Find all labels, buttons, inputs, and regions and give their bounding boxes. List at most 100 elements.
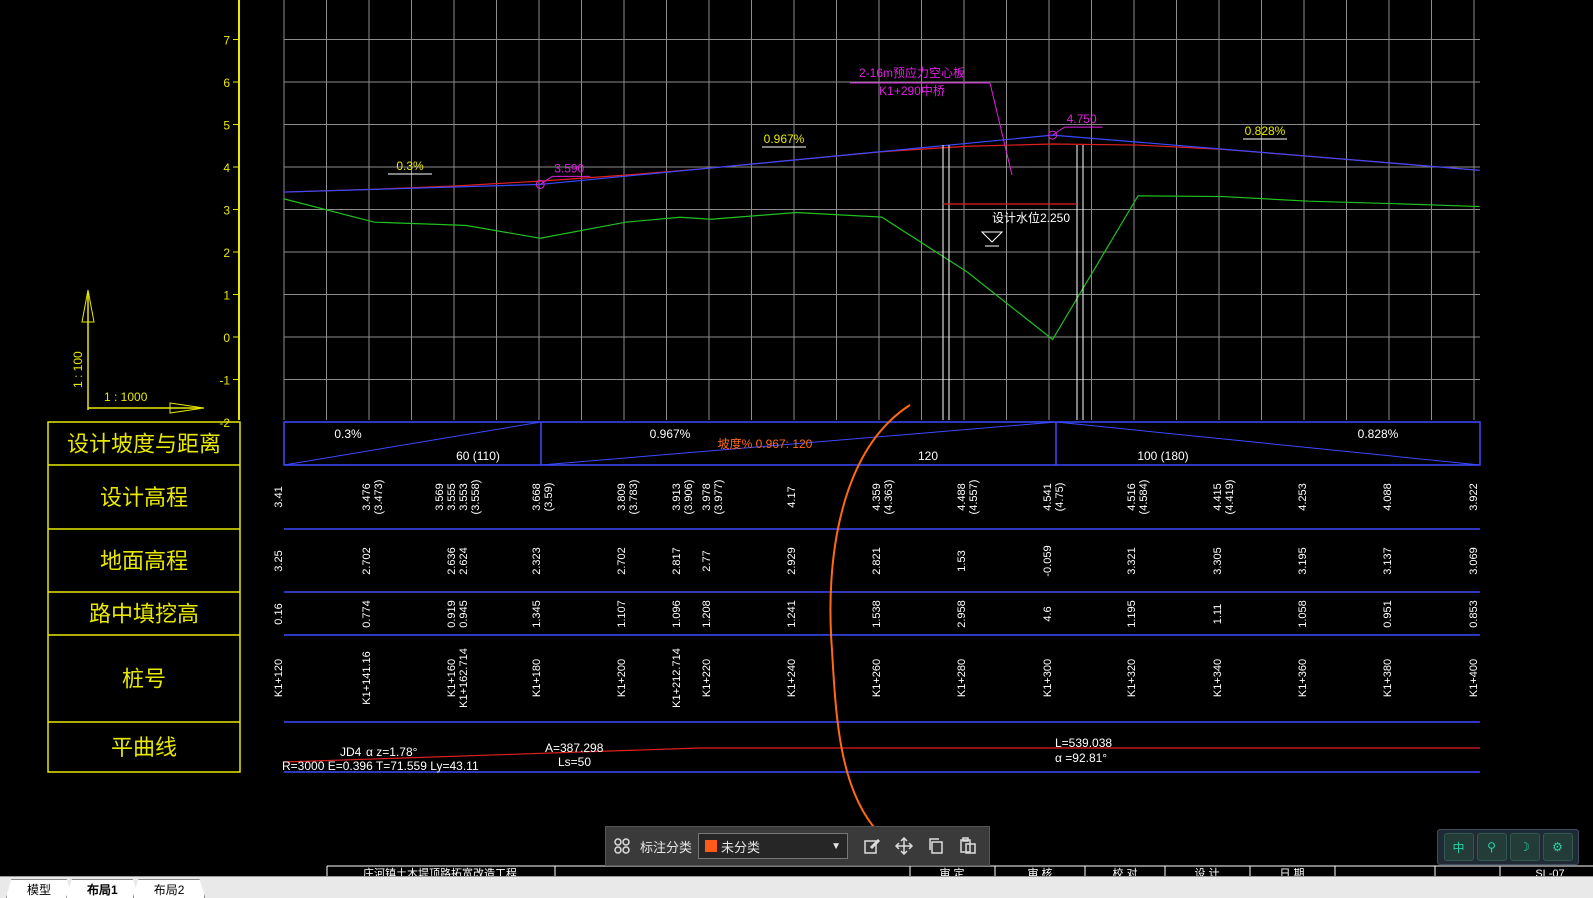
cad-drawing-canvas[interactable]: 7 6 5 4 3 2 1 0 -1 -2 1 : 100 1 : 1000 3.590 4.750 0.… — [0, 0, 1593, 898]
cell-ground: 3.195 — [1297, 547, 1309, 575]
cell-design: 3.913 — [671, 483, 683, 511]
cell-stake: K1+260 — [871, 659, 883, 697]
cell-design: 3.555 — [446, 483, 458, 511]
cell-stake: K1+200 — [616, 659, 628, 697]
cell-fill: 1.11 — [1212, 604, 1224, 625]
tab-model[interactable]: 模型 — [6, 879, 73, 898]
cell-stake: K1+320 — [1126, 659, 1138, 697]
category-dropdown[interactable]: 未分类 ▼ — [698, 833, 849, 859]
copy-icon[interactable] — [924, 834, 948, 858]
bridge-leader — [989, 82, 1013, 176]
cell-stake: K1+340 — [1212, 659, 1224, 697]
row-header: 路中填挖高 — [89, 603, 199, 628]
cell-ground: 2.702 — [361, 547, 373, 575]
annotation-toolbar: 标注分类 未分类 ▼ — [605, 826, 990, 866]
axis-tick-label: 5 — [223, 119, 230, 133]
cell-design2: (4.75) — [1054, 483, 1066, 512]
cell-ground: 2.636 — [446, 547, 458, 575]
cell-stake: K1+141.16 — [361, 651, 373, 705]
pvi-label: 3.590 — [554, 161, 584, 175]
elevation-axis: 7 6 5 4 3 2 1 0 -1 -2 1 : 100 1 : 1000 — [71, 0, 240, 430]
annotations: 2-16m预应力空心板K1+290中桥设计水位2.250庄河镇土木堤顶路拓宽改造… — [326, 65, 1593, 880]
cell-stake: K1+180 — [531, 659, 543, 697]
slope-seg2-len: 120 — [918, 449, 938, 463]
cell-fill: 1.538 — [871, 600, 883, 628]
cell-stake2: K1+162.714 — [458, 648, 470, 708]
curve-a: A=387.298 — [545, 741, 604, 755]
slope-seg2-pct: 0.967% — [650, 427, 691, 441]
cell-ground: 1.53 — [956, 550, 968, 571]
cell-design: 4.088 — [1382, 483, 1394, 511]
row-header: 桩号 — [122, 668, 166, 693]
cell-design4: (3.558) — [470, 480, 482, 515]
slope-seg3-len: 100 (180) — [1137, 449, 1188, 463]
cell-stake: K1+160 — [446, 659, 458, 697]
cell-design: 3.922 — [1468, 483, 1480, 511]
cell-ground: 2.821 — [871, 547, 883, 575]
axis-tick-label: -1 — [219, 374, 230, 388]
cell-design: 3.978 — [701, 483, 713, 511]
edit-icon[interactable] — [860, 834, 884, 858]
axis-tick-label: 2 — [223, 246, 230, 260]
curve-alpha: α =92.81° — [1055, 751, 1107, 765]
cell-stake: K1+240 — [786, 659, 798, 697]
cell-design: 4.516 — [1126, 483, 1138, 511]
cell-fill: 1.107 — [616, 600, 628, 628]
cell-design2: (4.419) — [1224, 480, 1236, 515]
data-table: 设计坡度与距离设计高程地面高程路中填挖高桩号平曲线 0.3% 60 (110) 0.9… — [47, 421, 1481, 773]
cell-ground: 2.702 — [616, 547, 628, 575]
slope-label: 0.828% — [1245, 124, 1286, 138]
water-level-label: 设计水位2.250 — [992, 210, 1070, 225]
cell-stake: K1+300 — [1042, 659, 1054, 697]
snap-button[interactable]: ⚲ — [1476, 833, 1507, 861]
cell-design2: (3.977) — [713, 480, 725, 515]
cell-fill: 1.195 — [1126, 600, 1138, 628]
cell-design: 3.41 — [273, 486, 285, 507]
profile-grid — [283, 0, 1480, 423]
slope-seg1-len: 60 (110) — [456, 449, 500, 463]
cell-stake: K1+380 — [1382, 659, 1394, 697]
cell-fill: 1.345 — [531, 600, 543, 628]
move-icon[interactable] — [892, 834, 916, 858]
center-button[interactable]: 中 — [1443, 833, 1474, 861]
cell-fill: 1.241 — [786, 600, 798, 628]
night-mode-button[interactable]: ☽ — [1509, 833, 1540, 861]
navigation-widget: 中 ⚲ ☽ ⚙ — [1437, 829, 1579, 865]
layout-tab-bar: 模型 布局1 布局2 — [0, 876, 1593, 898]
axis-tick-label: 6 — [223, 76, 230, 90]
cell-fill2: 0.945 — [458, 600, 470, 628]
cell-ground: -0.059 — [1042, 545, 1054, 576]
slope-label: 0.967% — [764, 132, 805, 146]
cell-design2: 3.553 — [458, 483, 470, 511]
grid-view-icon[interactable] — [610, 834, 634, 858]
curve-ls: Ls=50 — [558, 755, 591, 769]
cell-fill: 0.853 — [1468, 600, 1480, 628]
row-header: 平曲线 — [111, 736, 177, 761]
category-selected: 未分类 — [721, 839, 761, 855]
cell-design: 4.17 — [786, 486, 798, 507]
cell-design: 4.253 — [1297, 483, 1309, 511]
cell-design2: (4.584) — [1138, 480, 1150, 515]
chevron-down-icon: ▼ — [831, 840, 842, 852]
cell-fill: 1.096 — [671, 600, 683, 628]
row-header: 设计高程 — [100, 486, 188, 511]
cell-fill: 0.951 — [1382, 600, 1394, 628]
paste-icon[interactable] — [956, 834, 980, 858]
cell-design2: (4.557) — [968, 480, 980, 515]
annotation-category-label: 标注分类 — [640, 839, 693, 855]
settings-button[interactable]: ⚙ — [1542, 833, 1573, 861]
cell-ground: 2.929 — [786, 547, 798, 575]
cell-design2: (3.783) — [628, 480, 640, 515]
cell-ground2: 2.624 — [458, 547, 470, 575]
cell-ground: 2.77 — [701, 550, 713, 571]
tab-layout2[interactable]: 布局2 — [132, 879, 206, 898]
cell-design: 4.359 — [871, 483, 883, 511]
profile-lines: 3.590 4.750 0.3% 0.967% 0.828% — [283, 112, 1480, 341]
cell-fill: 0.774 — [361, 600, 373, 628]
curve-angle: α z=1.78° — [366, 745, 418, 759]
cell-stake: K1+220 — [701, 659, 713, 697]
slope-label: 0.3% — [396, 159, 424, 173]
tab-layout1[interactable]: 布局1 — [66, 879, 139, 898]
cell-ground: 2.817 — [671, 547, 683, 575]
category-color-swatch — [705, 840, 718, 852]
